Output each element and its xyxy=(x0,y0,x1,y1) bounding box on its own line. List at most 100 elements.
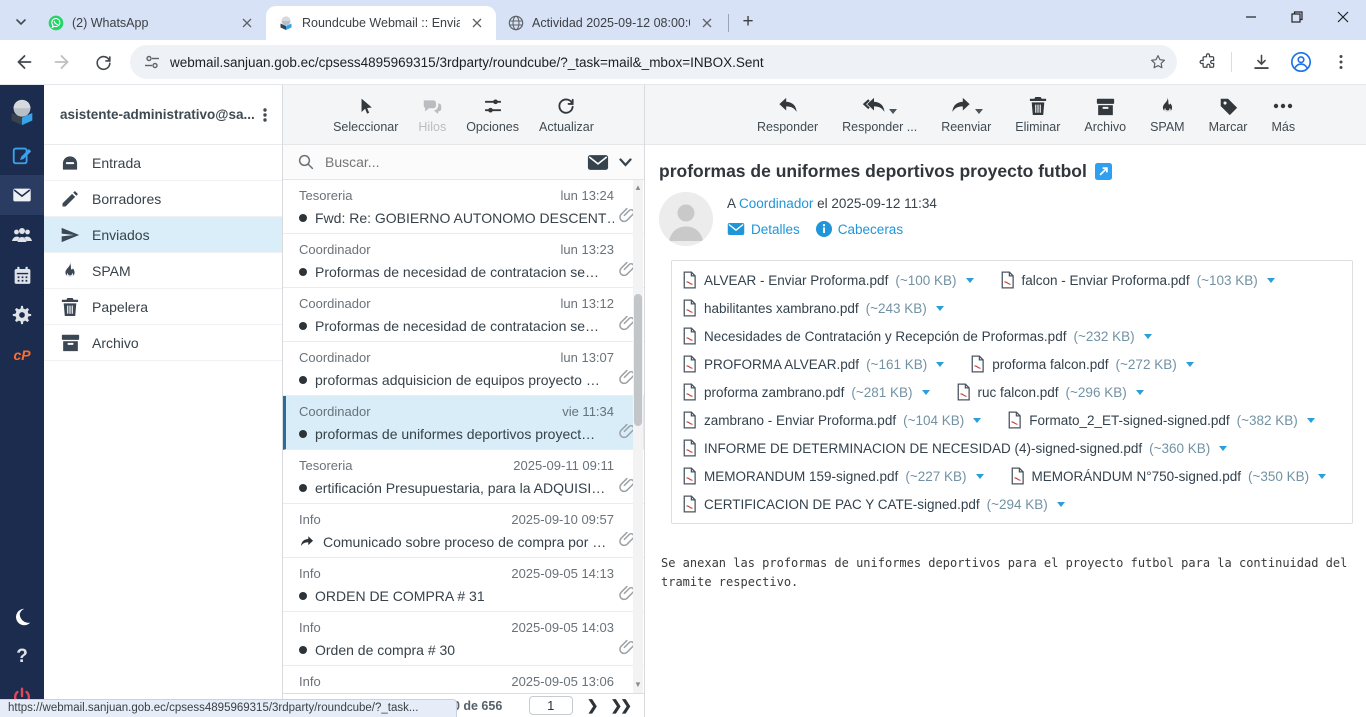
attachment-name[interactable]: Formato_2_ET-signed-signed.pdf xyxy=(1029,413,1229,428)
attachment-menu-caret-icon[interactable] xyxy=(936,306,944,311)
attachment-menu-caret-icon[interactable] xyxy=(1186,362,1194,367)
attachment-item[interactable]: proforma falcon.pdf(~272 KB) xyxy=(970,355,1193,373)
dark-mode-toggle[interactable] xyxy=(0,597,44,637)
message-row[interactable]: Coordinadorlun 13:07proformas adquisicio… xyxy=(283,342,644,396)
attachment-menu-caret-icon[interactable] xyxy=(1144,334,1152,339)
message-row[interactable]: Tesorerialun 13:24Fwd: Re: GOBIERNO AUTO… xyxy=(283,180,644,234)
message-row[interactable]: Info2025-09-05 13:06 xyxy=(283,666,644,693)
bookmark-star-icon[interactable] xyxy=(1149,53,1167,71)
attachment-item[interactable]: Formato_2_ET-signed-signed.pdf(~382 KB) xyxy=(1007,411,1315,429)
browser-menu-icon[interactable] xyxy=(1324,45,1358,79)
attachment-name[interactable]: habilitantes xambrano.pdf xyxy=(704,301,859,316)
attachment-name[interactable]: ALVEAR - Enviar Proforma.pdf xyxy=(704,273,888,288)
minimize-button[interactable] xyxy=(1228,0,1274,34)
account-menu-icon[interactable] xyxy=(258,107,272,123)
scroll-down-arrow[interactable]: ▼ xyxy=(633,679,643,691)
contacts-nav-button[interactable] xyxy=(0,215,44,255)
details-link[interactable]: Detalles xyxy=(727,222,800,237)
threads-button[interactable]: Hilos xyxy=(418,95,446,134)
tab-search-button[interactable] xyxy=(6,8,36,36)
reload-button[interactable] xyxy=(86,45,120,79)
attachment-menu-caret-icon[interactable] xyxy=(1307,418,1315,423)
attachment-item[interactable]: CERTIFICACION DE PAC Y CATE-signed.pdf(~… xyxy=(682,495,1065,513)
attachment-menu-caret-icon[interactable] xyxy=(976,474,984,479)
attachment-item[interactable]: MEMORANDUM 159-signed.pdf(~227 KB) xyxy=(682,467,984,485)
attachment-menu-caret-icon[interactable] xyxy=(1267,278,1275,283)
attachment-name[interactable]: MEMORANDUM 159-signed.pdf xyxy=(704,469,898,484)
mail-nav-button[interactable] xyxy=(0,175,44,215)
browser-tab[interactable]: (2) WhatsApp xyxy=(36,6,266,40)
reply-button[interactable]: Responder xyxy=(757,95,818,134)
close-window-button[interactable] xyxy=(1320,0,1366,34)
list-scrollbar[interactable]: ▲ ▼ xyxy=(633,180,643,693)
calendar-nav-button[interactable] xyxy=(0,255,44,295)
attachment-item[interactable]: falcon - Enviar Proforma.pdf(~103 KB) xyxy=(1000,271,1275,289)
forward-button[interactable] xyxy=(46,45,80,79)
attachment-item[interactable]: Necesidades de Contratación y Recepción … xyxy=(682,327,1152,345)
restore-button[interactable] xyxy=(1274,0,1320,34)
search-input[interactable] xyxy=(325,154,577,170)
attachment-menu-caret-icon[interactable] xyxy=(936,362,944,367)
folder-item-enviados[interactable]: Enviados xyxy=(44,217,282,253)
attachment-name[interactable]: proforma zambrano.pdf xyxy=(704,385,844,400)
attachment-item[interactable]: ALVEAR - Enviar Proforma.pdf(~100 KB) xyxy=(682,271,974,289)
attachment-menu-caret-icon[interactable] xyxy=(1219,446,1227,451)
message-row[interactable]: Info2025-09-05 14:13ORDEN DE COMPRA # 31 xyxy=(283,558,644,612)
attachment-item[interactable]: PROFORMA ALVEAR.pdf(~161 KB) xyxy=(682,355,944,373)
search-options-chevron-icon[interactable] xyxy=(619,158,632,167)
settings-nav-button[interactable] xyxy=(0,295,44,335)
message-row[interactable]: Coordinadorlun 13:23Proformas de necesid… xyxy=(283,234,644,288)
open-in-new-window-icon[interactable] xyxy=(1095,163,1112,180)
tab-close-icon[interactable] xyxy=(238,14,256,32)
message-row[interactable]: Coordinadorlun 13:12Proformas de necesid… xyxy=(283,288,644,342)
message-row[interactable]: Info2025-09-05 14:03Orden de compra # 30 xyxy=(283,612,644,666)
help-button[interactable]: ? xyxy=(0,637,44,677)
roundcube-logo[interactable] xyxy=(0,89,44,135)
more-button[interactable]: Más xyxy=(1271,95,1295,134)
attachment-menu-caret-icon[interactable] xyxy=(973,418,981,423)
attachment-menu-caret-icon[interactable] xyxy=(922,390,930,395)
message-row[interactable]: Tesoreria2025-09-11 09:11ertificación Pr… xyxy=(283,450,644,504)
back-button[interactable] xyxy=(6,45,40,79)
attachment-item[interactable]: proforma zambrano.pdf(~281 KB) xyxy=(682,383,930,401)
reply-all-menu-caret-icon[interactable] xyxy=(889,109,897,114)
folder-item-papelera[interactable]: Papelera xyxy=(44,289,282,325)
attachment-name[interactable]: ruc falcon.pdf xyxy=(978,385,1059,400)
search-scope-icon[interactable] xyxy=(587,154,609,171)
refresh-button[interactable]: Actualizar xyxy=(539,95,594,134)
mark-button[interactable]: Marcar xyxy=(1209,95,1248,134)
attachment-item[interactable]: INFORME DE DETERMINACION DE NECESIDAD (4… xyxy=(682,439,1227,457)
tab-close-icon[interactable] xyxy=(698,14,716,32)
attachment-menu-caret-icon[interactable] xyxy=(1318,474,1326,479)
attachment-menu-caret-icon[interactable] xyxy=(1136,390,1144,395)
reply-all-button[interactable]: Responder ... xyxy=(842,95,917,134)
scrollbar-thumb[interactable] xyxy=(634,294,642,426)
recipient-link[interactable]: Coordinador xyxy=(739,196,813,211)
next-page-button[interactable]: ❯ xyxy=(587,697,597,714)
tab-close-icon[interactable] xyxy=(468,14,486,32)
forward-button[interactable]: Reenviar xyxy=(941,95,991,134)
cpanel-icon[interactable]: cP xyxy=(0,335,44,375)
forward-menu-caret-icon[interactable] xyxy=(975,109,983,114)
page-number-input[interactable] xyxy=(529,696,573,715)
folder-item-spam[interactable]: SPAM xyxy=(44,253,282,289)
attachment-name[interactable]: CERTIFICACION DE PAC Y CATE-signed.pdf xyxy=(704,497,980,512)
select-button[interactable]: Seleccionar xyxy=(333,95,398,134)
extensions-icon[interactable] xyxy=(1191,45,1225,79)
browser-tab[interactable]: Roundcube Webmail :: Enviados xyxy=(266,6,496,40)
attachment-item[interactable]: MEMORÁNDUM N°750-signed.pdf(~350 KB) xyxy=(1010,467,1327,485)
site-settings-icon[interactable] xyxy=(144,54,160,70)
attachment-item[interactable]: ruc falcon.pdf(~296 KB) xyxy=(956,383,1144,401)
attachment-name[interactable]: proforma falcon.pdf xyxy=(992,357,1108,372)
attachment-name[interactable]: PROFORMA ALVEAR.pdf xyxy=(704,357,859,372)
attachment-item[interactable]: habilitantes xambrano.pdf(~243 KB) xyxy=(682,299,944,317)
new-tab-button[interactable]: + xyxy=(735,9,761,35)
address-bar[interactable]: webmail.sanjuan.gob.ec/cpsess4895969315/… xyxy=(130,45,1177,79)
folder-item-entrada[interactable]: Entrada xyxy=(44,145,282,181)
options-button[interactable]: Opciones xyxy=(466,95,519,134)
attachment-name[interactable]: INFORME DE DETERMINACION DE NECESIDAD (4… xyxy=(704,441,1142,456)
attachment-menu-caret-icon[interactable] xyxy=(966,278,974,283)
attachment-name[interactable]: MEMORÁNDUM N°750-signed.pdf xyxy=(1032,469,1241,484)
folder-item-borradores[interactable]: Borradores xyxy=(44,181,282,217)
attachment-item[interactable]: zambrano - Enviar Proforma.pdf(~104 KB) xyxy=(682,411,981,429)
